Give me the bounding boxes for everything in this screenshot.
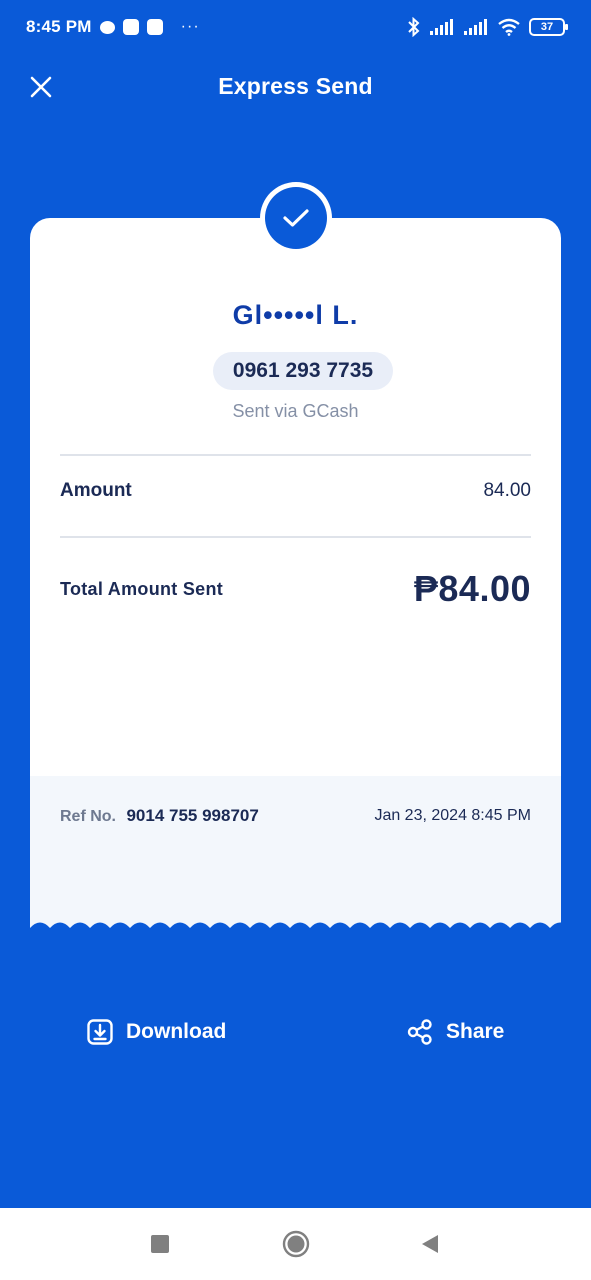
share-icon — [407, 1019, 432, 1045]
recipient-phone: 0961 293 7735 — [213, 352, 393, 390]
reference-group: Ref No. 9014 755 998707 — [60, 806, 259, 826]
header: Express Send — [0, 60, 591, 112]
close-icon — [30, 76, 52, 98]
share-label: Share — [446, 1020, 505, 1043]
status-bar: 8:45 PM ··· 37 — [0, 0, 591, 54]
battery-icon: 37 — [529, 18, 568, 36]
back-button[interactable] — [400, 1208, 460, 1280]
close-button[interactable] — [26, 72, 56, 102]
reference-label: Ref No. — [60, 808, 116, 825]
success-badge — [260, 182, 332, 254]
signal-icon — [430, 19, 453, 35]
receipt-tear-edge — [30, 922, 561, 935]
status-time: 8:45 PM — [26, 17, 92, 36]
status-right: 37 — [407, 17, 568, 37]
wifi-icon — [498, 18, 520, 36]
recent-apps-button[interactable] — [130, 1208, 190, 1280]
amount-label: Amount — [60, 480, 132, 501]
page-title: Express Send — [218, 72, 373, 99]
square-icon — [151, 1235, 169, 1253]
recipient-name: Gl•••••l L. — [232, 300, 359, 330]
transaction-date: Jan 23, 2024 8:45 PM — [374, 807, 531, 824]
total-value: ₱84.00 — [413, 568, 531, 609]
divider-middle — [60, 536, 531, 538]
amount-value: 84.00 — [483, 480, 531, 501]
receipt-card: Gl•••••l L. 0961 293 7735 Sent via GCash… — [30, 218, 561, 935]
action-bar: Download Share — [0, 1010, 591, 1054]
home-circle-icon — [282, 1230, 310, 1258]
bluetooth-icon — [408, 17, 420, 37]
system-nav-bar — [0, 1208, 591, 1280]
status-left: 8:45 PM ··· — [26, 17, 200, 37]
amount-row: Amount 84.00 — [60, 480, 531, 502]
divider-top — [60, 454, 531, 456]
sent-via-text: Sent via GCash — [232, 401, 359, 421]
reference-row: Ref No. 9014 755 998707 Jan 23, 2024 8:4… — [60, 806, 531, 826]
reference-section: Ref No. 9014 755 998707 Jan 23, 2024 8:4… — [30, 776, 561, 935]
total-label: Total Amount Sent — [60, 578, 224, 599]
download-button[interactable]: Download — [86, 1010, 226, 1054]
success-badge-inner — [265, 187, 327, 249]
signal-icon-2 — [464, 19, 487, 35]
more-notifications-icon: ··· — [180, 18, 200, 35]
home-button[interactable] — [266, 1208, 326, 1280]
total-row: Total Amount Sent ₱84.00 — [60, 568, 531, 610]
notification-icon — [122, 19, 139, 35]
messenger-icon — [99, 20, 115, 34]
download-label: Download — [126, 1020, 227, 1043]
download-icon — [87, 1019, 113, 1045]
notification-icon-2 — [146, 19, 163, 35]
back-triangle-icon — [422, 1235, 438, 1253]
share-button[interactable]: Share — [406, 1010, 504, 1054]
reference-number[interactable]: 9014 755 998707 — [126, 806, 258, 825]
check-icon — [283, 209, 309, 227]
